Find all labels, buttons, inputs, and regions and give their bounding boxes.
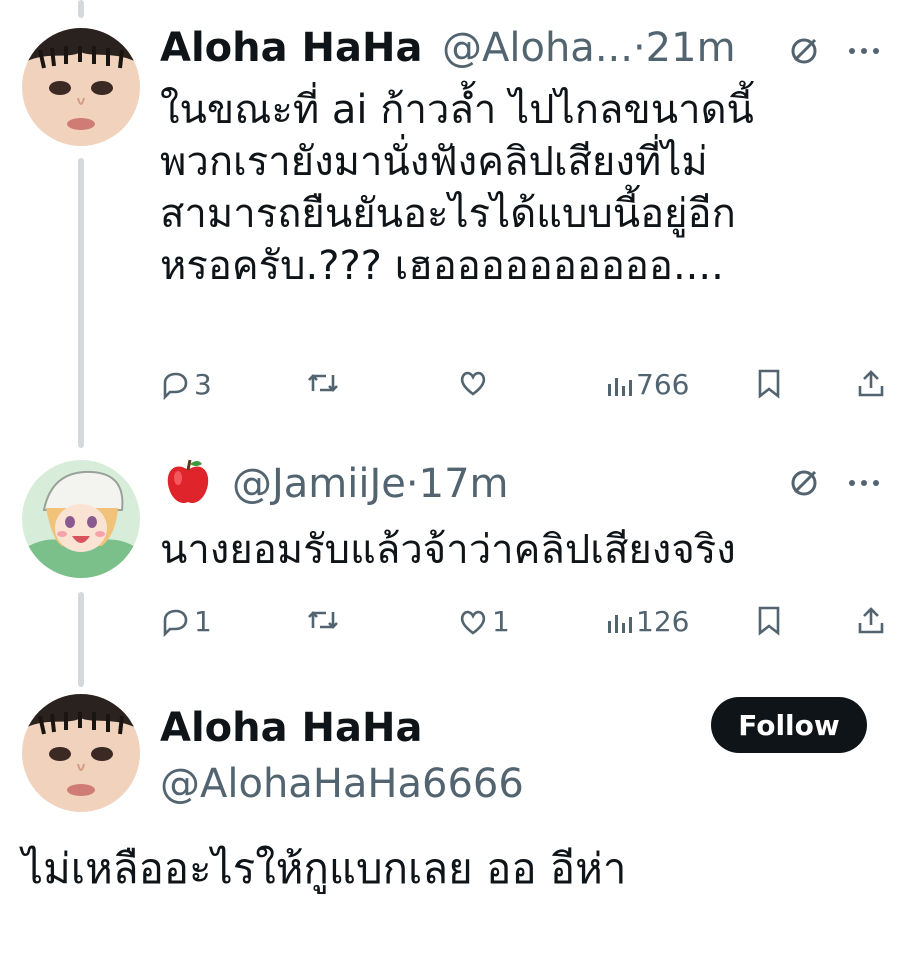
views-count: 766 <box>636 368 690 401</box>
reply-icon <box>163 609 188 637</box>
thread-line-2 <box>78 592 84 687</box>
more-icon[interactable] <box>846 468 882 502</box>
profile-avatar[interactable] <box>22 694 140 812</box>
reply-body: นางยอมรับแล้วจ้าว่าคลิปเสียงจริง <box>160 527 736 573</box>
like-count: 1 <box>492 605 510 638</box>
retweet-icon <box>308 374 338 392</box>
follow-button[interactable]: Follow <box>711 697 867 753</box>
views-button[interactable]: 126 <box>606 605 689 638</box>
author-emoji <box>162 456 214 519</box>
tweet-line: หรอครับ.??? เฮออออออออออ.... <box>160 243 724 289</box>
author-name[interactable]: Aloha HaHa <box>160 24 422 72</box>
thread-line-1 <box>78 158 84 448</box>
tweet-line: สามารถยืนยันอะไรได้แบบนี้อยู่อีก <box>160 191 736 237</box>
retweet-icon <box>308 611 338 629</box>
share-button[interactable] <box>856 605 886 637</box>
thread-line-top <box>78 0 84 18</box>
caption-text: ไม่เหลืออะไรให้กูแบกเลย ออ อีห่า <box>22 844 627 893</box>
retweet-button[interactable] <box>306 368 344 398</box>
like-button[interactable] <box>458 368 492 398</box>
tweet-line: ในขณะที่ ai ก้าวล้ำ ไปไกลขนาดนี้ <box>160 87 754 133</box>
handle-time[interactable]: @JamiiJe·17m <box>232 460 508 508</box>
reply-button[interactable]: 3 <box>160 368 212 401</box>
handle-time[interactable]: @Aloha...·21m <box>442 24 736 72</box>
share-icon <box>858 607 884 634</box>
retweet-button[interactable] <box>306 605 344 635</box>
tweet-line: พวกเรายังมานั่งฟังคลิปเสียงที่ไม่ <box>160 139 708 185</box>
like-icon <box>460 610 486 635</box>
bookmark-button[interactable] <box>756 368 782 400</box>
bookmark-icon <box>758 606 780 636</box>
profile-handle[interactable]: @AlohaHaHa6666 <box>160 760 524 808</box>
bookmark-button[interactable] <box>756 605 782 637</box>
tweet-body: ในขณะที่ ai ก้าวล้ำ ไปไกลขนาดนี้ พวกเราย… <box>160 84 754 292</box>
more-icon[interactable] <box>846 36 882 70</box>
views-count: 126 <box>636 605 690 638</box>
views-icon <box>608 614 632 633</box>
share-button[interactable] <box>856 368 886 400</box>
reply-actions: 1 1 126 <box>160 605 885 645</box>
avatar-jamiije[interactable] <box>22 460 140 578</box>
avatar[interactable] <box>22 28 140 146</box>
reply-count: 3 <box>194 368 212 401</box>
reply-icon <box>163 372 188 400</box>
like-icon <box>460 371 486 396</box>
no-entry-icon[interactable] <box>789 468 819 502</box>
profile-name[interactable]: Aloha HaHa <box>160 704 422 752</box>
bookmark-icon <box>758 369 780 399</box>
no-entry-icon[interactable] <box>789 36 819 70</box>
views-button[interactable]: 766 <box>606 368 689 401</box>
tweet-actions: 3 766 <box>160 368 885 408</box>
reply-button[interactable]: 1 <box>160 605 212 638</box>
like-button[interactable]: 1 <box>458 605 510 638</box>
views-icon <box>608 377 632 396</box>
share-icon <box>858 370 884 397</box>
reply-count: 1 <box>194 605 212 638</box>
